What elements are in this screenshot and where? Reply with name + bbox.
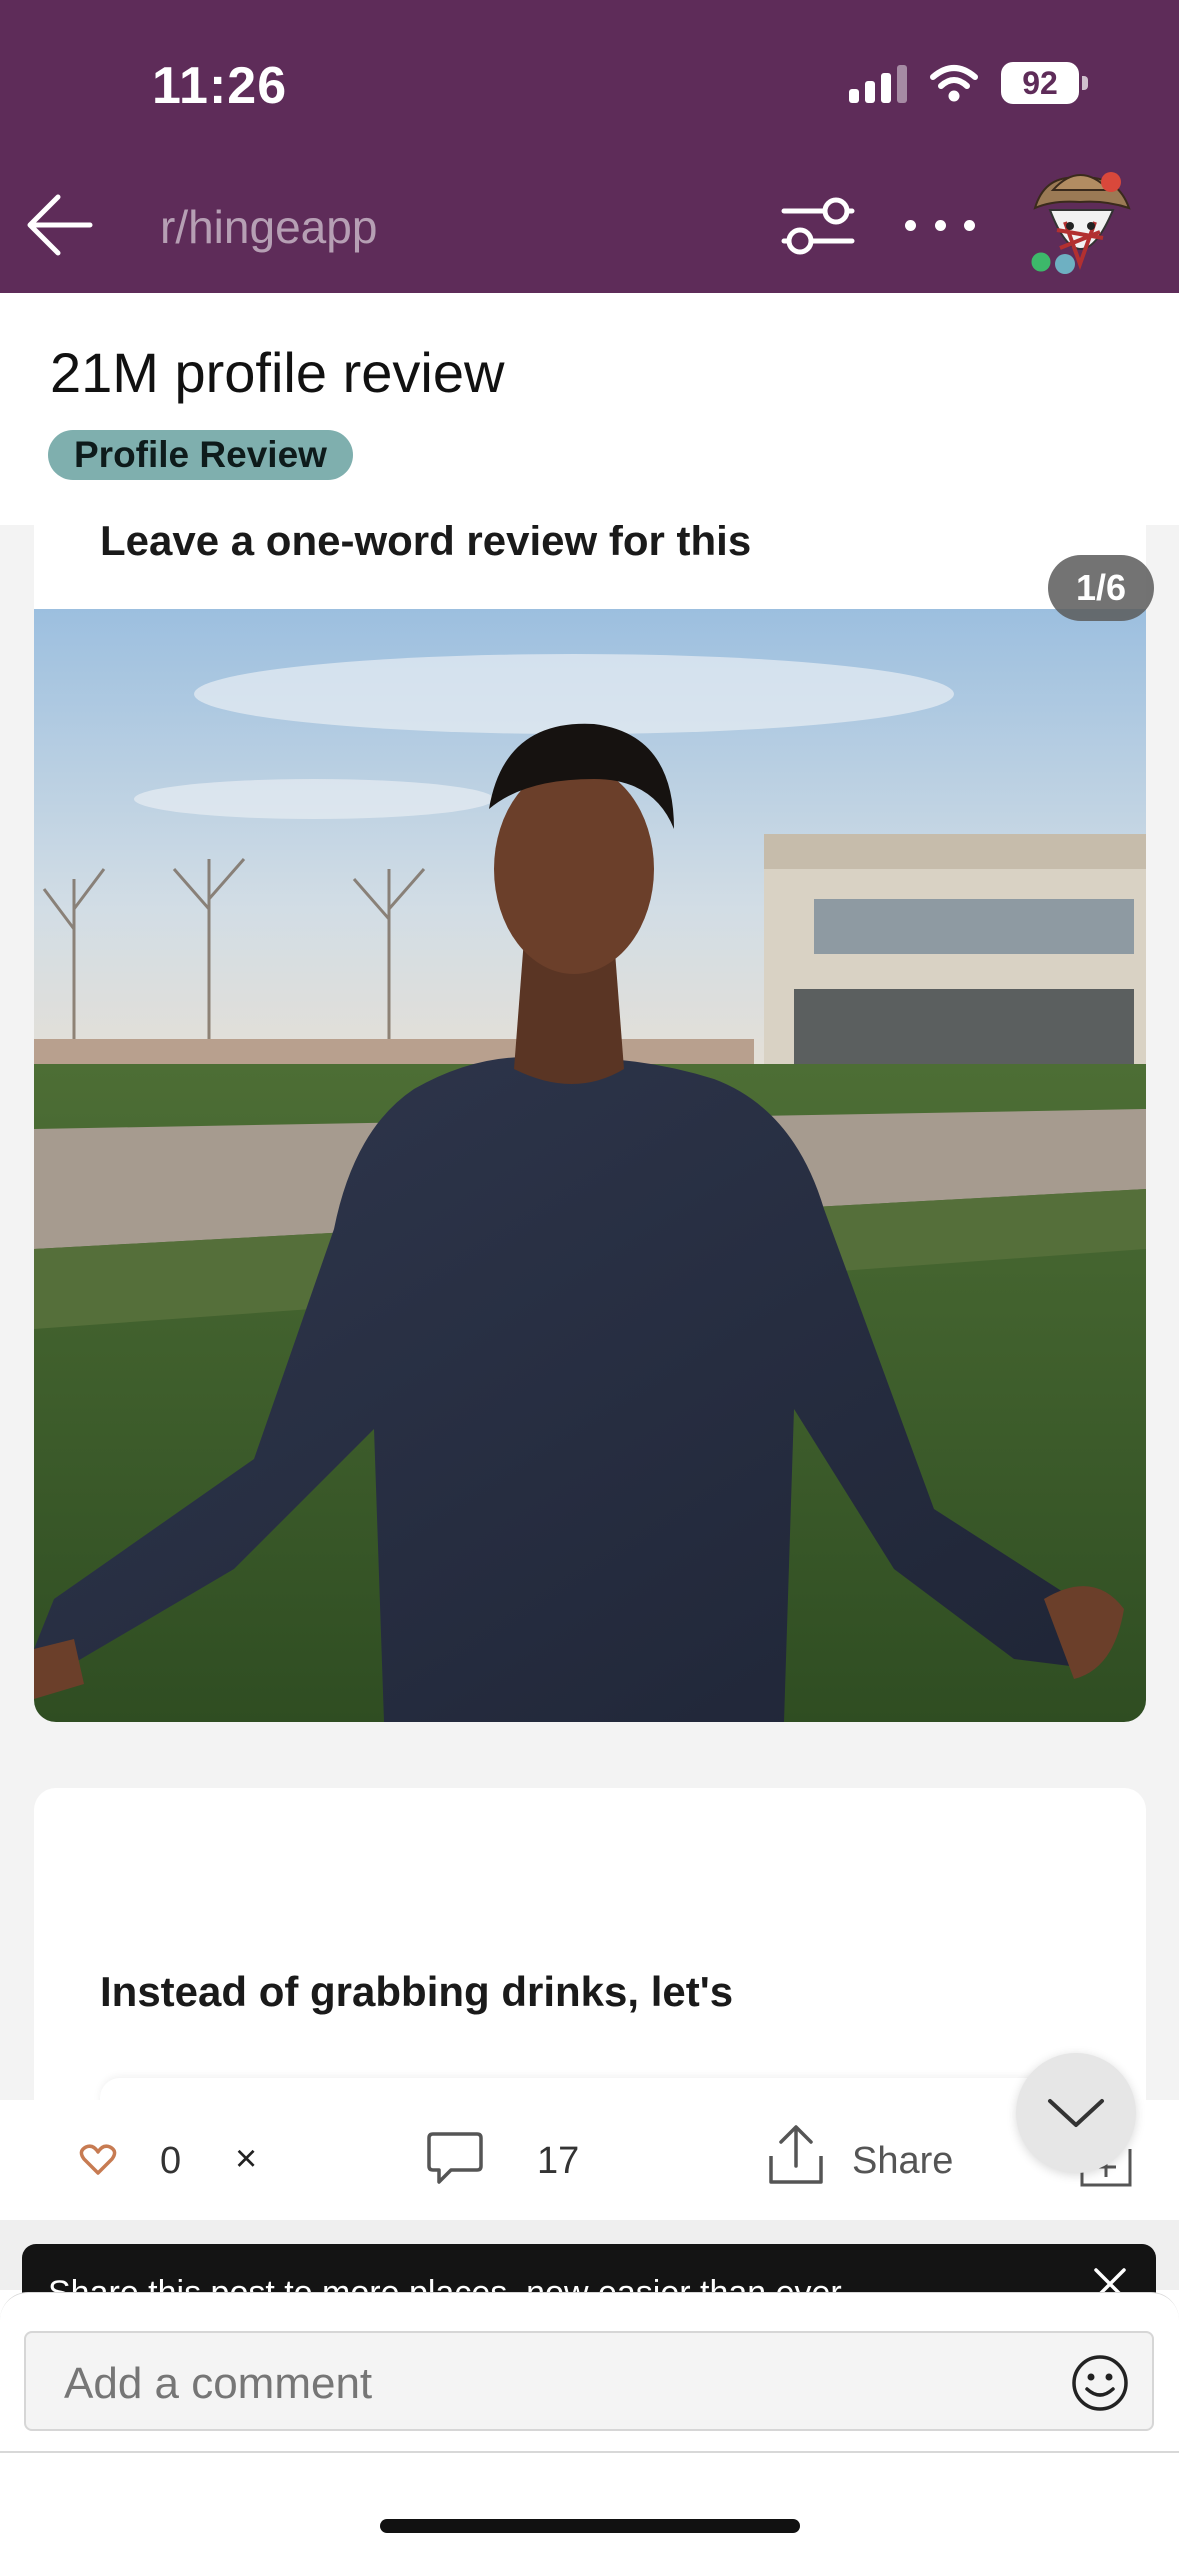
post-action-bar: 0 × 17 Share xyxy=(0,2100,1179,2220)
back-arrow-icon[interactable] xyxy=(20,185,100,265)
divider xyxy=(0,2451,1179,2453)
post-title: 21M profile review xyxy=(50,341,505,404)
more-options-icon[interactable] xyxy=(905,205,975,245)
scroll-down-button[interactable] xyxy=(1016,2053,1136,2173)
comment-input[interactable]: Add a comment xyxy=(24,2331,1154,2431)
wifi-icon xyxy=(930,65,978,102)
share-icon[interactable] xyxy=(765,2122,827,2188)
upvote-heart-icon[interactable] xyxy=(78,2140,118,2180)
comment-composer: Add a comment xyxy=(0,2292,1179,2556)
emoji-icon[interactable] xyxy=(1070,2353,1130,2413)
comment-placeholder: Add a comment xyxy=(64,2359,373,2408)
comment-icon[interactable] xyxy=(425,2128,485,2188)
battery-level: 92 xyxy=(1022,64,1058,101)
home-indicator[interactable] xyxy=(380,2519,800,2533)
post-flair[interactable]: Profile Review xyxy=(48,430,353,480)
comment-count: 17 xyxy=(537,2140,580,2182)
flair-label: Profile Review xyxy=(74,434,327,475)
carousel-card[interactable]: Leave a one-word review for this xyxy=(34,525,1146,1722)
downvote-button[interactable]: × xyxy=(235,2138,257,2181)
profile-photo[interactable] xyxy=(34,609,1146,1722)
battery-icon: 92 xyxy=(1001,62,1088,104)
carousel-counter: 1/6 xyxy=(1048,555,1154,621)
prompt-answer-box xyxy=(100,2078,1080,2100)
card-prompt: Instead of grabbing drinks, let's xyxy=(100,1968,734,2015)
vote-count: 0 xyxy=(160,2140,182,2182)
image-carousel[interactable]: Leave a one-word review for this 1/6 Ins… xyxy=(0,525,1179,2100)
status-icons: 92 xyxy=(849,62,1088,104)
app-header: 11:26 92 r/hingeapp xyxy=(0,0,1179,293)
carousel-card[interactable]: Instead of grabbing drinks, let's xyxy=(34,1788,1146,2100)
signal-icon xyxy=(849,63,907,103)
chevron-down-icon xyxy=(1048,2099,1104,2127)
user-avatar[interactable] xyxy=(1025,160,1135,280)
share-button[interactable]: Share xyxy=(852,2140,953,2183)
card-prompt: Leave a one-word review for this xyxy=(100,525,752,564)
subreddit-name[interactable]: r/hingeapp xyxy=(160,200,377,254)
filter-sliders-icon[interactable] xyxy=(780,195,856,257)
status-time: 11:26 xyxy=(152,57,288,115)
